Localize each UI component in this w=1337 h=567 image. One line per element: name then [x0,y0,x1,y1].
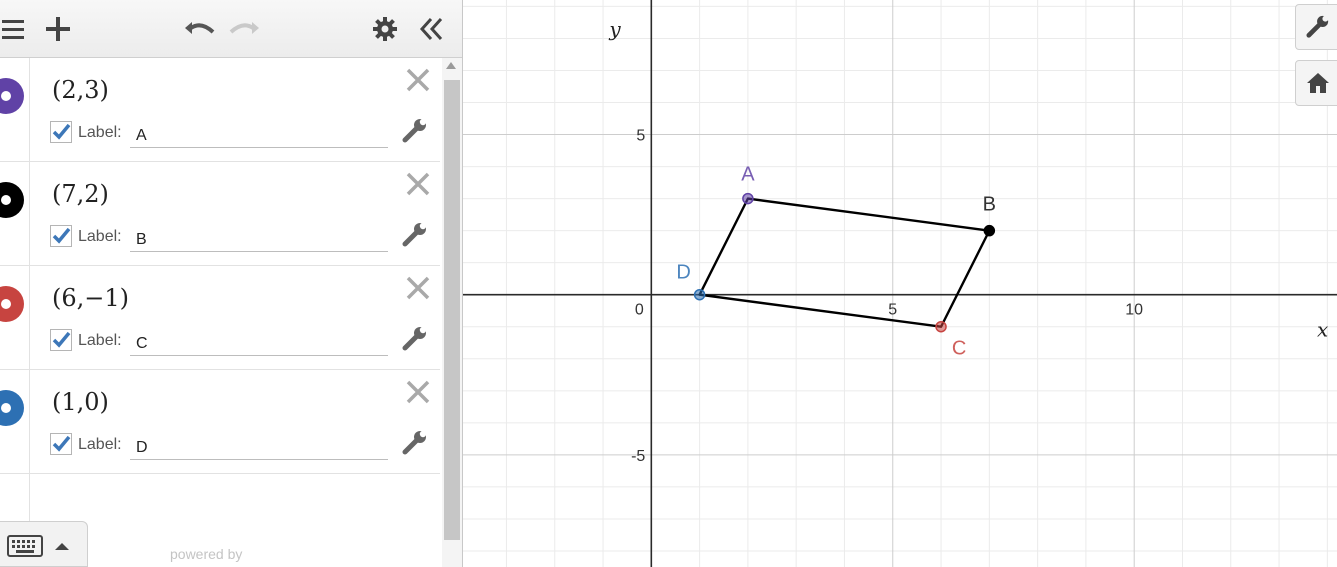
checkbox-checked-icon [52,331,71,348]
expression-item[interactable]: (6,−1) Label: [0,266,440,370]
point-label-d: D [676,262,690,284]
close-icon[interactable] [404,66,432,94]
label-input[interactable] [130,120,388,148]
color-dot-icon[interactable] [0,78,24,114]
point-d [693,288,706,301]
expression-panel: (2,3) Label: (7,2) Label: (6,−1) Label: [0,0,463,567]
x-tick-label: 0 [635,302,644,319]
expression-text[interactable]: (2,3) [52,76,109,104]
axes [463,0,1337,567]
expression-item[interactable]: (2,3) Label: [0,58,440,162]
checkbox-checked-icon [52,435,71,452]
gear-icon [373,16,397,41]
point-b [983,224,996,237]
grid-major [463,0,1337,567]
color-dot-icon[interactable] [0,182,24,218]
expression-item[interactable]: (7,2) Label: [0,162,440,266]
close-icon[interactable] [404,274,432,302]
powered-by-text: powered by [170,546,243,562]
collapse-icon [419,17,443,40]
label-caption: Label: [78,124,122,141]
graph-paper[interactable]: 0 5 10 5 -5 A B C D x y [463,0,1337,567]
label-input[interactable] [130,224,388,252]
point-label-b: B [983,194,996,216]
label-checkbox[interactable] [50,121,72,143]
undo-icon [185,21,215,34]
point-c [935,320,947,333]
settings-button[interactable] [368,0,402,57]
label-input[interactable] [130,328,388,356]
menu-button[interactable] [0,0,30,57]
label-caption: Label: [78,332,122,349]
point-label-c: C [952,338,966,360]
scrollbar-thumb[interactable] [444,80,460,540]
point-label-a: A [741,164,755,186]
label-checkbox[interactable] [50,225,72,247]
graph-settings-button[interactable] [1295,4,1337,50]
y-tick-label: 5 [636,128,645,145]
keyboard-toggle-button[interactable] [0,521,88,567]
expression-item[interactable]: (1,0) Label: [0,370,440,474]
undo-button[interactable] [180,0,218,57]
close-icon[interactable] [404,170,432,198]
redo-icon [229,21,259,34]
wrench-icon[interactable] [402,430,428,456]
expression-text[interactable]: (7,2) [52,180,109,208]
hamburger-icon [2,19,24,39]
close-icon[interactable] [404,378,432,406]
keyboard-icon [7,535,43,557]
wrench-icon[interactable] [402,222,428,248]
label-caption: Label: [78,228,122,245]
checkbox-checked-icon [52,123,71,140]
redo-button[interactable] [226,0,264,57]
scroll-up-arrow-icon[interactable] [446,62,456,69]
label-caption: Label: [78,436,122,453]
color-dot-icon[interactable] [0,286,24,322]
chevron-up-icon [55,543,69,550]
x-tick-label: 5 [888,302,897,319]
label-checkbox[interactable] [50,329,72,351]
label-checkbox[interactable] [50,433,72,455]
wrench-icon[interactable] [402,326,428,352]
label-input[interactable] [130,432,388,460]
y-axis-label: y [608,17,621,41]
collapse-panel-button[interactable] [414,0,450,57]
add-item-button[interactable] [40,0,76,57]
wrench-icon [1306,15,1329,38]
home-icon [1307,73,1329,93]
plus-icon [46,16,70,41]
point-a [742,192,754,205]
points: A B C D [676,164,996,360]
y-tick-label: -5 [631,448,645,465]
expression-text[interactable]: (6,−1) [52,284,129,312]
checkbox-checked-icon [52,227,71,244]
x-axis-label: x [1317,318,1328,342]
expression-text[interactable]: (1,0) [52,388,109,416]
expression-list: (2,3) Label: (7,2) Label: (6,−1) Label: [0,58,440,474]
color-dot-icon[interactable] [0,390,24,426]
grid-minor [463,0,1337,567]
wrench-icon[interactable] [402,118,428,144]
expression-toolbar [0,0,462,58]
default-viewport-button[interactable] [1295,60,1337,106]
x-tick-label: 10 [1125,302,1143,319]
